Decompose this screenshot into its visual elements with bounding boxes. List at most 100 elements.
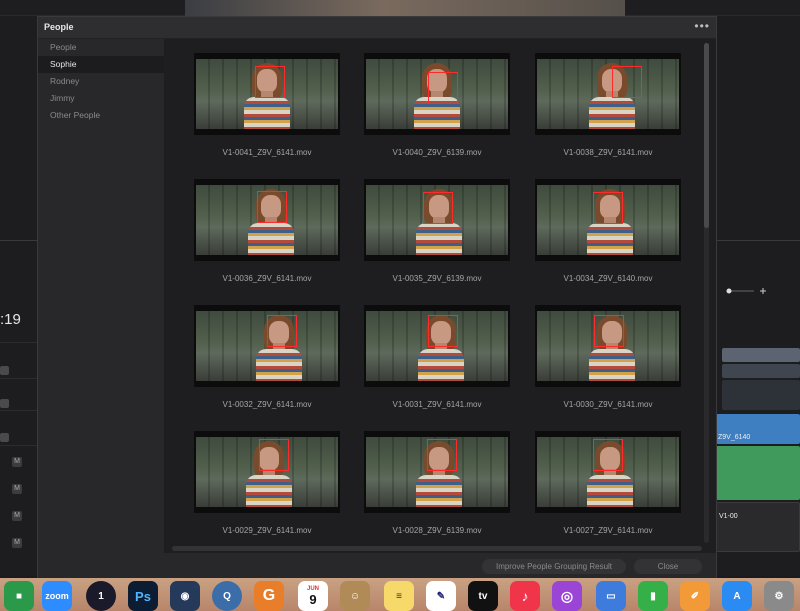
clip-tile[interactable]: V1-0035_Z9V_6139.mov: [364, 179, 510, 289]
sidebar-item-people[interactable]: People: [38, 39, 164, 56]
clip-thumbnail[interactable]: [194, 431, 340, 513]
people-dialog: People ••• People Sophie Rodney Jimmy Ot…: [37, 16, 717, 578]
timeline-video-clip[interactable]: [722, 364, 800, 378]
clip-tile[interactable]: V1-0041_Z9V_6141.mov: [194, 53, 340, 163]
music-icon[interactable]: ♪: [510, 581, 540, 611]
face-detection-box: [428, 315, 458, 347]
apple-tv-icon[interactable]: tv: [468, 581, 498, 611]
app-store-icon[interactable]: A: [722, 581, 752, 611]
clip-thumbnail[interactable]: [364, 305, 510, 387]
zoom-icon[interactable]: zoom: [42, 581, 72, 611]
numbers-icon[interactable]: ▮: [638, 581, 668, 611]
clip-thumbnail[interactable]: [194, 179, 340, 261]
quicktime-icon[interactable]: Q: [212, 581, 242, 611]
photoshop-icon[interactable]: Ps: [128, 581, 158, 611]
clip-thumbnail[interactable]: [364, 179, 510, 261]
tv-label: tv: [478, 590, 488, 602]
1password-icon[interactable]: 1: [86, 581, 116, 611]
timeline-zoom-slider[interactable]: [724, 286, 784, 296]
clip-tile[interactable]: V1-0031_Z9V_6141.mov: [364, 305, 510, 415]
clip-tile[interactable]: V1-0040_Z9V_6139.mov: [364, 53, 510, 163]
dialog-header: People •••: [38, 17, 716, 39]
face-detection-box: [267, 315, 297, 347]
g-label: G: [262, 587, 276, 604]
clip-thumbnail[interactable]: [535, 53, 681, 135]
clip-filename: V1-0038_Z9V_6141.mov: [563, 148, 653, 157]
clip-tile[interactable]: V1-0036_Z9V_6141.mov: [194, 179, 340, 289]
sidebar-item-sophie[interactable]: Sophie: [38, 56, 164, 73]
clip-thumbnail[interactable]: [364, 431, 510, 513]
notes-icon[interactable]: ≡: [384, 581, 414, 611]
sidebar-item-rodney[interactable]: Rodney: [38, 73, 164, 90]
horizontal-scrollbar[interactable]: [172, 546, 702, 551]
gyroflow-icon[interactable]: G: [254, 581, 284, 611]
timecode-readout: :19: [0, 311, 21, 328]
podcasts-icon[interactable]: ◎: [552, 581, 582, 611]
right-panel-divider: [716, 240, 800, 241]
face-detection-box: [427, 439, 457, 471]
face-detection-box: [257, 191, 287, 223]
clip-tile[interactable]: V1-0027_Z9V_6141.mov: [535, 431, 681, 541]
face-detection-box: [594, 315, 624, 347]
pages-icon[interactable]: ✐: [680, 581, 710, 611]
sidebar-item-jimmy[interactable]: Jimmy: [38, 90, 164, 107]
track-mute-button[interactable]: M: [12, 511, 22, 521]
close-button[interactable]: Close: [634, 559, 702, 574]
freeform-icon[interactable]: ✎: [426, 581, 456, 611]
track-mute-button[interactable]: M: [12, 484, 22, 494]
clip-tile[interactable]: V1-0038_Z9V_6141.mov: [535, 53, 681, 163]
timeline-audio-clip[interactable]: V1-00: [716, 502, 800, 552]
clip-frame-image: [537, 59, 679, 129]
scrollbar-thumb[interactable]: [704, 43, 709, 228]
clip-filename: V1-0036_Z9V_6141.mov: [222, 274, 312, 283]
keynote-icon[interactable]: ▭: [596, 581, 626, 611]
track-lock-icon[interactable]: [0, 399, 9, 408]
dialog-title: People: [44, 22, 74, 32]
clip-tile[interactable]: V1-0028_Z9V_6139.mov: [364, 431, 510, 541]
timeline-clip-z9v-6140[interactable]: Z9V_6140: [716, 414, 800, 444]
more-options-icon[interactable]: •••: [694, 19, 710, 33]
timeline-video-clip[interactable]: [722, 348, 800, 362]
face-detection-box: [593, 439, 623, 471]
face-detection-box: [259, 439, 289, 471]
facetime-icon[interactable]: ■: [4, 581, 34, 611]
face-detection-box: [612, 66, 642, 98]
track-lock-icon[interactable]: [0, 433, 9, 442]
clip-thumbnail[interactable]: [364, 53, 510, 135]
track-mute-button[interactable]: M: [12, 457, 22, 467]
ps-label: Ps: [135, 588, 151, 604]
clip-thumbnail[interactable]: [194, 53, 340, 135]
clip-filename: V1-0028_Z9V_6139.mov: [392, 526, 482, 535]
clip-thumbnail[interactable]: [535, 431, 681, 513]
clip-tile[interactable]: V1-0032_Z9V_6141.mov: [194, 305, 340, 415]
clip-filename: V1-0040_Z9V_6139.mov: [392, 148, 482, 157]
dialog-footer: Improve People Grouping Result Close: [38, 553, 716, 578]
timeline-video-clip[interactable]: [722, 380, 800, 410]
clip-filename: V1-0027_Z9V_6141.mov: [563, 526, 653, 535]
clip-filename: V1-0030_Z9V_6141.mov: [563, 400, 653, 409]
clip-tile[interactable]: V1-0034_Z9V_6140.mov: [535, 179, 681, 289]
timeline-audio-clip[interactable]: [716, 446, 800, 500]
calendar-icon[interactable]: JUN 9: [298, 581, 328, 611]
davinci-resolve-icon[interactable]: ◉: [170, 581, 200, 611]
clip-thumbnail[interactable]: [535, 179, 681, 261]
zoom-icon-label: zoom: [45, 591, 69, 601]
clip-thumbnail[interactable]: [194, 305, 340, 387]
clip-thumbnail[interactable]: [535, 305, 681, 387]
track-divider: [0, 445, 38, 446]
clip-label: V1-00: [719, 513, 738, 520]
system-settings-icon[interactable]: ⚙: [764, 581, 794, 611]
clip-filename: V1-0035_Z9V_6139.mov: [392, 274, 482, 283]
track-mute-button[interactable]: M: [12, 538, 22, 548]
people-sidebar: People Sophie Rodney Jimmy Other People: [38, 39, 164, 553]
face-detection-box: [593, 192, 623, 224]
clip-tile[interactable]: V1-0030_Z9V_6141.mov: [535, 305, 681, 415]
contacts-icon[interactable]: ☺: [340, 581, 370, 611]
vertical-scrollbar[interactable]: [704, 43, 709, 543]
clip-tile[interactable]: V1-0029_Z9V_6141.mov: [194, 431, 340, 541]
sidebar-item-other-people[interactable]: Other People: [38, 107, 164, 124]
improve-grouping-button[interactable]: Improve People Grouping Result: [482, 559, 626, 574]
face-detection-box: [428, 72, 458, 104]
calendar-day: 9: [309, 591, 317, 607]
track-lock-icon[interactable]: [0, 366, 9, 375]
